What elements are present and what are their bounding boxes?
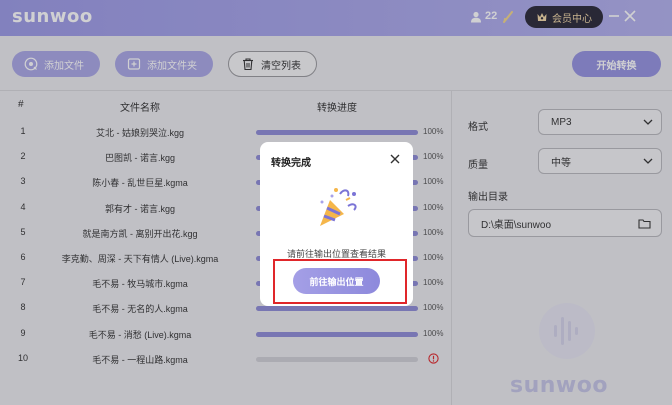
- dialog-title: 转换完成: [271, 158, 311, 169]
- app-window: sunwoo 22 会员中心 添加文件 添加文件夹 清空列表 开始转换 # 文件…: [0, 0, 672, 405]
- highlight-annotation-box: [273, 259, 407, 304]
- close-icon[interactable]: [388, 152, 402, 166]
- party-popper-icon: [320, 188, 357, 226]
